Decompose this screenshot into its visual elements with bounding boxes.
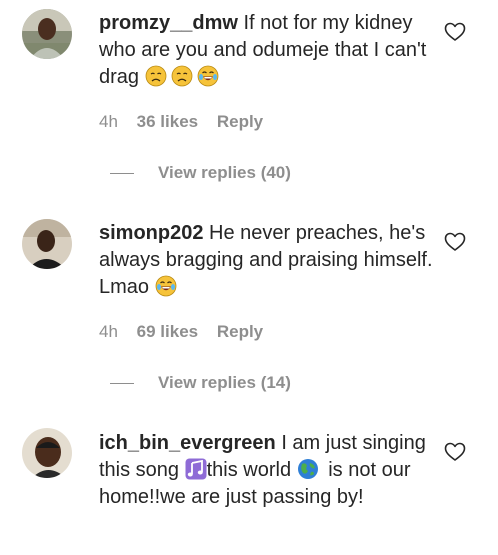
crying-laughing-face-emoji xyxy=(197,65,219,87)
comment-text: simonp202 He never preaches, he's always… xyxy=(99,220,434,301)
comment-text: promzy__dmw If not for my kidney who are… xyxy=(99,10,434,91)
comment-meta: 4h 36 likes Reply xyxy=(99,112,263,132)
view-replies-label: View replies (14) xyxy=(158,373,291,392)
avatar-image xyxy=(22,219,72,269)
avatar-image xyxy=(22,428,72,478)
like-heart-icon[interactable] xyxy=(444,22,466,42)
avatar[interactable] xyxy=(22,428,72,478)
comment-likes[interactable]: 69 likes xyxy=(137,322,198,341)
globe-emoji xyxy=(297,458,319,480)
avatar[interactable] xyxy=(22,9,72,59)
divider-line xyxy=(110,173,134,174)
comment-body-part-2: this world xyxy=(206,459,292,481)
comment-username[interactable]: promzy__dmw xyxy=(99,12,238,34)
comment-username[interactable]: simonp202 xyxy=(99,222,203,244)
disappointed-face-emoji xyxy=(171,65,193,87)
avatar[interactable] xyxy=(22,219,72,269)
comment-time: 4h xyxy=(99,112,118,131)
musical-notes-emoji xyxy=(185,458,207,480)
avatar-image xyxy=(22,9,72,59)
like-heart-icon[interactable] xyxy=(444,232,466,252)
comment-text: ich_bin_evergreen I am just singing this… xyxy=(99,430,434,511)
crying-laughing-face-emoji xyxy=(155,275,177,297)
reply-button[interactable]: Reply xyxy=(217,112,263,131)
like-heart-icon[interactable] xyxy=(444,442,466,462)
comment-likes[interactable]: 36 likes xyxy=(137,112,198,131)
reply-button[interactable]: Reply xyxy=(217,322,263,341)
divider-line xyxy=(110,383,134,384)
view-replies-label: View replies (40) xyxy=(158,163,291,182)
comment-meta: 4h 69 likes Reply xyxy=(99,322,263,342)
disappointed-face-emoji xyxy=(145,65,167,87)
comment-username[interactable]: ich_bin_evergreen xyxy=(99,432,276,454)
comment-time: 4h xyxy=(99,322,118,341)
